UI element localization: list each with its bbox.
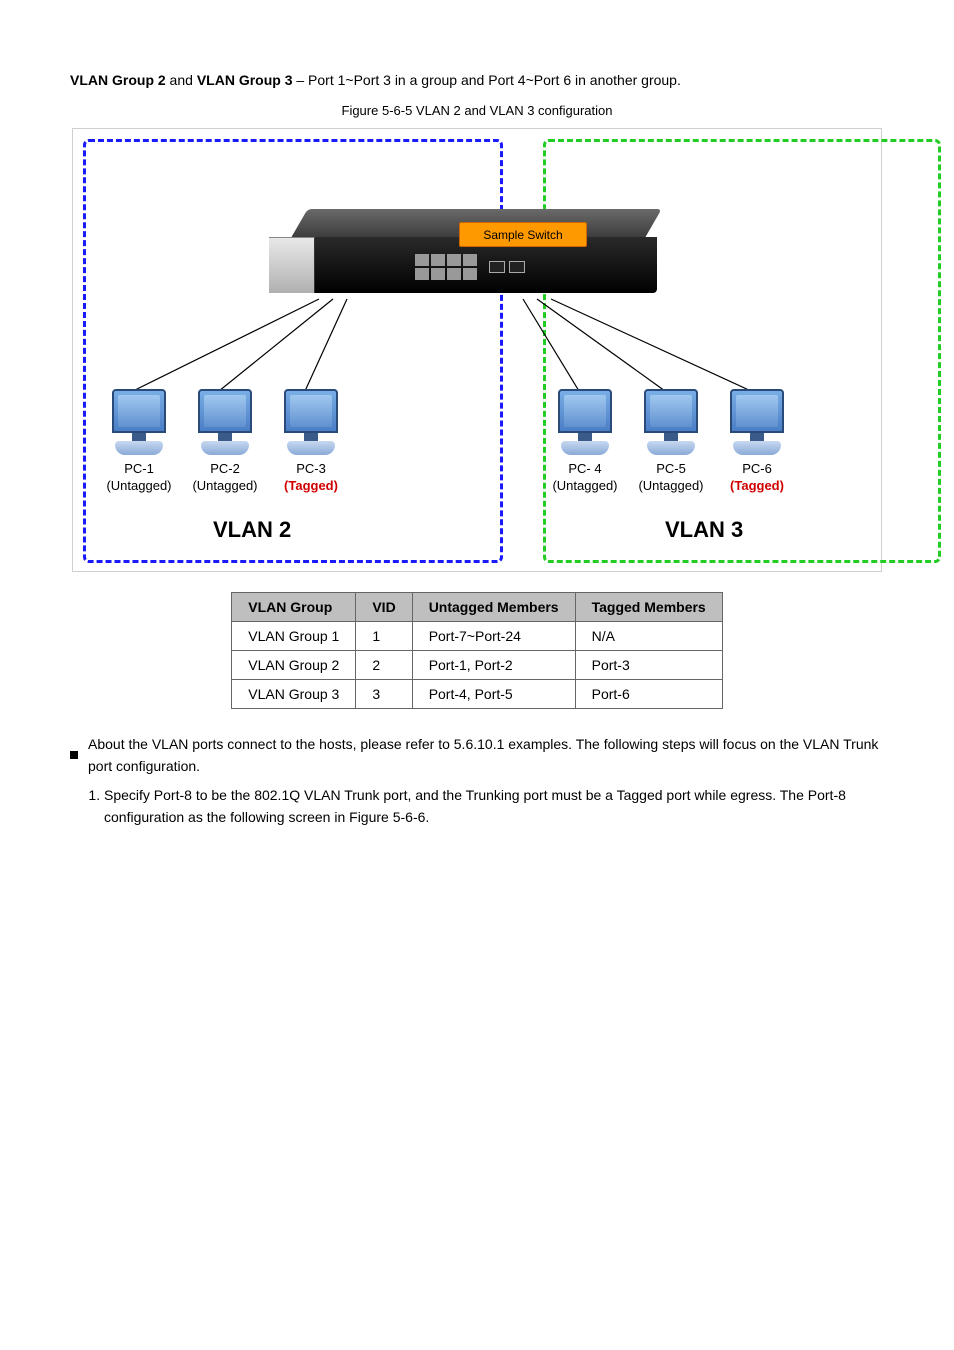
pc-node: PC-2 (Untagged) bbox=[189, 389, 261, 493]
monitor-icon bbox=[730, 389, 784, 433]
monitor-icon bbox=[284, 389, 338, 433]
intro-paragraph: VLAN Group 2 and VLAN Group 3 – Port 1~P… bbox=[70, 70, 884, 91]
figure-caption: Figure 5-6-5 VLAN 2 and VLAN 3 configura… bbox=[70, 103, 884, 118]
table-header: VLAN Group bbox=[232, 593, 356, 622]
table-cell: Port-1, Port-2 bbox=[412, 651, 575, 680]
network-switch: Sample Switch bbox=[269, 209, 683, 307]
table-header: Untagged Members bbox=[412, 593, 575, 622]
pc-label: PC-1 bbox=[103, 461, 175, 476]
monitor-icon bbox=[112, 389, 166, 433]
pc-tag: (Untagged) bbox=[189, 478, 261, 493]
monitor-icon bbox=[558, 389, 612, 433]
table-cell: 1 bbox=[356, 622, 412, 651]
bold-vlan2: VLAN Group 2 bbox=[70, 72, 166, 88]
pc-label: PC-3 bbox=[275, 461, 347, 476]
pc-label: PC-5 bbox=[635, 461, 707, 476]
pc-tag: (Untagged) bbox=[635, 478, 707, 493]
pc-tag: (Untagged) bbox=[549, 478, 621, 493]
table-row: VLAN Group 22Port-1, Port-2Port-3 bbox=[232, 651, 722, 680]
table-row: VLAN Group 11Port-7~Port-24N/A bbox=[232, 622, 722, 651]
bullet-icon bbox=[70, 751, 78, 759]
table-cell: Port-4, Port-5 bbox=[412, 680, 575, 709]
table-cell: 2 bbox=[356, 651, 412, 680]
vlan3-title: VLAN 3 bbox=[665, 517, 743, 543]
scenario-heading: About the VLAN ports connect to the host… bbox=[88, 733, 884, 778]
bold-vlan3: VLAN Group 3 bbox=[197, 72, 293, 88]
vlan2-title: VLAN 2 bbox=[213, 517, 291, 543]
scenario-section: About the VLAN ports connect to the host… bbox=[70, 733, 884, 829]
pc-tag: (Untagged) bbox=[103, 478, 175, 493]
vlan3-box bbox=[543, 139, 941, 563]
pc-node: PC-3 (Tagged) bbox=[275, 389, 347, 493]
table-header: VID bbox=[356, 593, 412, 622]
switch-label: Sample Switch bbox=[459, 222, 587, 247]
table-cell: Port-3 bbox=[575, 651, 722, 680]
table-cell: Port-6 bbox=[575, 680, 722, 709]
pc-node: PC-6 (Tagged) bbox=[721, 389, 793, 493]
pc-tag: (Tagged) bbox=[721, 478, 793, 493]
pc-tag: (Tagged) bbox=[275, 478, 347, 493]
vlan-diagram: Sample Switch VLAN 2 VLAN 3 PC-1 bbox=[72, 128, 882, 572]
scenario-step: Specify Port-8 to be the 802.1Q VLAN Tru… bbox=[104, 784, 884, 829]
vlan2-box bbox=[83, 139, 503, 563]
pc-label: PC-2 bbox=[189, 461, 261, 476]
table-cell: VLAN Group 3 bbox=[232, 680, 356, 709]
pc-node: PC-1 (Untagged) bbox=[103, 389, 175, 493]
table-cell: VLAN Group 1 bbox=[232, 622, 356, 651]
monitor-icon bbox=[644, 389, 698, 433]
table-cell: Port-7~Port-24 bbox=[412, 622, 575, 651]
table-row: VLAN Group 33Port-4, Port-5Port-6 bbox=[232, 680, 722, 709]
table-cell: N/A bbox=[575, 622, 722, 651]
table-cell: 3 bbox=[356, 680, 412, 709]
pc-node: PC- 4 (Untagged) bbox=[549, 389, 621, 493]
vlan-table: VLAN GroupVIDUntagged MembersTagged Memb… bbox=[231, 592, 722, 709]
table-cell: VLAN Group 2 bbox=[232, 651, 356, 680]
pc-node: PC-5 (Untagged) bbox=[635, 389, 707, 493]
pc-label: PC-6 bbox=[721, 461, 793, 476]
pc-label: PC- 4 bbox=[549, 461, 621, 476]
monitor-icon bbox=[198, 389, 252, 433]
table-header: Tagged Members bbox=[575, 593, 722, 622]
